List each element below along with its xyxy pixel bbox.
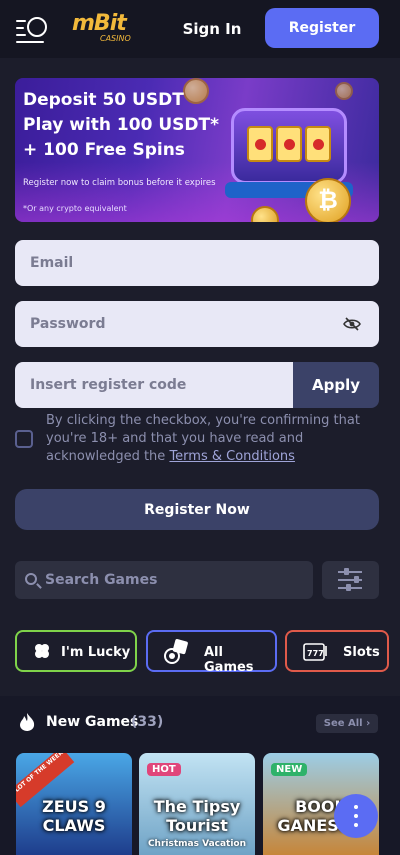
category-label: I'm Lucky	[61, 645, 131, 660]
more-options-button[interactable]	[334, 794, 378, 838]
apply-code-button[interactable]: Apply	[293, 362, 379, 408]
game-title: ZEUS 9 CLAWS	[42, 797, 106, 835]
category-label: All Games	[204, 645, 254, 675]
game-card[interactable]: HOT The Tipsy Tourist Christmas Vacation	[139, 753, 255, 855]
section-count: (33)	[131, 714, 164, 730]
dice-chip-icon	[164, 639, 188, 664]
svg-text:777: 777	[307, 649, 324, 658]
search-bar[interactable]	[15, 561, 313, 599]
clover-icon	[35, 644, 49, 658]
filter-button[interactable]	[322, 561, 379, 599]
eye-slash-icon[interactable]	[343, 317, 361, 331]
mascot-menu-icon[interactable]	[16, 14, 48, 44]
game-card[interactable]: SLOT OF THE WEEK ZEUS 9 CLAWS	[16, 753, 132, 855]
banner-headline: Deposit 50 USDT Play with 100 USDT* + 10…	[23, 90, 219, 160]
game-subtitle: Christmas Vacation	[147, 839, 247, 849]
category-im-lucky[interactable]: I'm Lucky	[15, 630, 137, 672]
game-title: The Tipsy Tourist	[153, 797, 241, 835]
top-bar: mBit CASINO Sign In Register	[0, 0, 400, 58]
register-now-button[interactable]: Register Now	[15, 489, 379, 530]
section-title: New Games	[46, 714, 139, 730]
register-code-field[interactable]	[15, 362, 295, 408]
register-button[interactable]: Register	[265, 8, 379, 48]
category-label: Slots	[343, 645, 380, 660]
banner-claim-text: Register now to claim bonus before it ex…	[23, 178, 216, 188]
consent-text: By clicking the checkbox, you're confirm…	[46, 413, 360, 464]
search-icon	[25, 573, 37, 585]
terms-link[interactable]: Terms & Conditions	[169, 449, 295, 464]
banner-footnote: *Or any crypto equivalent	[23, 204, 127, 213]
hot-badge: HOT	[147, 763, 181, 776]
category-all-games[interactable]: All Games	[146, 630, 277, 675]
terms-checkbox[interactable]	[15, 430, 33, 448]
category-slots[interactable]: 777 Slots	[285, 630, 389, 672]
mbit-logo[interactable]: mBit CASINO	[72, 12, 136, 46]
sign-in-button[interactable]: Sign In	[176, 10, 248, 48]
see-all-button[interactable]: See All ›	[316, 714, 378, 733]
new-flame-icon	[20, 713, 35, 731]
email-field[interactable]	[15, 240, 379, 286]
promo-banner[interactable]: ₿ Deposit 50 USDT Play with 100 USDT* + …	[15, 78, 379, 222]
slot-777-icon: 777	[303, 643, 327, 661]
new-badge: NEW	[271, 763, 308, 776]
bitcoin-coin-icon: ₿	[305, 178, 351, 222]
password-field[interactable]	[15, 301, 379, 347]
search-input[interactable]	[45, 561, 305, 599]
